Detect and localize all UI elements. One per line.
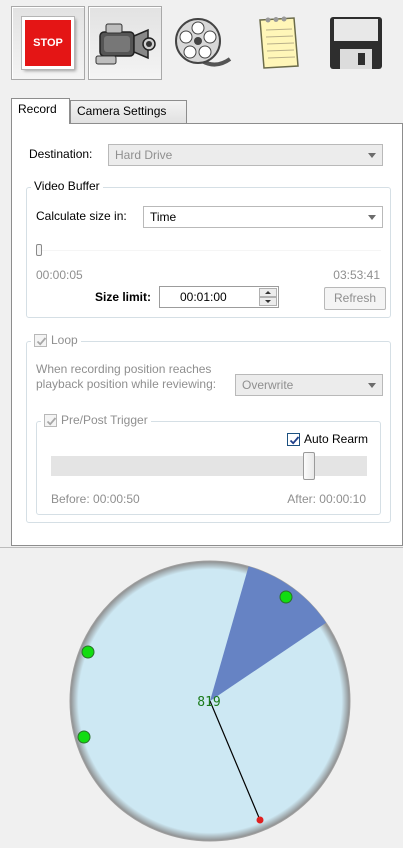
- check-icon: [289, 435, 300, 445]
- reach-text-line1: When recording position reaches: [36, 362, 212, 376]
- refresh-button[interactable]: Refresh: [324, 287, 386, 310]
- toolbar: STOP: [0, 0, 403, 90]
- floppy-disk-icon: [330, 17, 382, 69]
- trigger-slider-thumb[interactable]: [303, 452, 316, 480]
- pre-post-title: Pre/Post Trigger: [41, 413, 151, 427]
- tab-record[interactable]: Record: [11, 98, 70, 124]
- camera-icon: [95, 23, 156, 65]
- stepper-up-arrow-icon[interactable]: [259, 288, 277, 297]
- destination-select[interactable]: Hard Drive: [108, 144, 383, 166]
- buffer-slider-track[interactable]: [36, 250, 381, 251]
- clock-value-label: 819: [197, 695, 220, 710]
- auto-rearm[interactable]: Auto Rearm: [286, 432, 368, 446]
- trigger-slider-track[interactable]: [51, 456, 367, 476]
- chevron-down-icon: [368, 215, 376, 220]
- buffer-clock: 819: [69, 560, 351, 842]
- buffer-slider-thumb[interactable]: [36, 244, 42, 256]
- size-limit-label: Size limit:: [95, 290, 152, 304]
- buffer-min-label: 00:00:05: [36, 268, 83, 282]
- notepad-button[interactable]: [242, 6, 316, 80]
- stop-icon: STOP: [21, 16, 75, 70]
- video-buffer-group: Video Buffer Calculate size in: Time 00:…: [26, 179, 391, 318]
- auto-rearm-checkbox[interactable]: [286, 432, 300, 446]
- destination-label: Destination:: [29, 147, 93, 161]
- calculate-size-select[interactable]: Time: [143, 206, 383, 228]
- position-marker[interactable]: [77, 730, 91, 744]
- film-reel-button[interactable]: [165, 6, 239, 80]
- chevron-down-icon: [368, 383, 376, 388]
- pre-post-checkbox[interactable]: [44, 413, 57, 427]
- pre-post-trigger-group: Pre/Post Trigger Auto Rearm Before: 00:0…: [36, 413, 381, 515]
- before-label: Before: 00:00:50: [51, 492, 140, 506]
- calculate-size-label: Calculate size in:: [36, 209, 127, 223]
- tab-camera-settings[interactable]: Camera Settings: [70, 100, 187, 124]
- loop-title: Loop: [31, 333, 81, 347]
- stepper-down-arrow-icon[interactable]: [259, 297, 277, 306]
- reach-action-select[interactable]: Overwrite: [235, 374, 383, 396]
- hand-tip-marker: [256, 816, 264, 824]
- size-limit-stepper[interactable]: 00:01:00: [159, 286, 279, 308]
- save-button[interactable]: [319, 6, 393, 80]
- position-marker[interactable]: [81, 645, 95, 659]
- position-marker[interactable]: [279, 590, 293, 604]
- check-icon: [46, 416, 57, 426]
- film-reel-icon: [175, 18, 232, 67]
- check-icon: [36, 336, 47, 346]
- panel-divider: [0, 547, 403, 548]
- chevron-down-icon: [368, 153, 376, 158]
- notepad-icon: [259, 16, 299, 69]
- after-label: After: 00:00:10: [287, 492, 366, 506]
- buffer-max-label: 03:53:41: [333, 268, 380, 282]
- loop-group: Loop When recording position reaches pla…: [26, 333, 391, 523]
- camera-button[interactable]: [88, 6, 162, 80]
- video-buffer-title: Video Buffer: [31, 179, 103, 193]
- loop-checkbox[interactable]: [34, 333, 47, 347]
- stop-button[interactable]: STOP: [11, 6, 85, 80]
- record-panel: Destination: Hard Drive Video Buffer Cal…: [11, 123, 403, 546]
- reach-text-line2: playback position while reviewing:: [36, 377, 217, 391]
